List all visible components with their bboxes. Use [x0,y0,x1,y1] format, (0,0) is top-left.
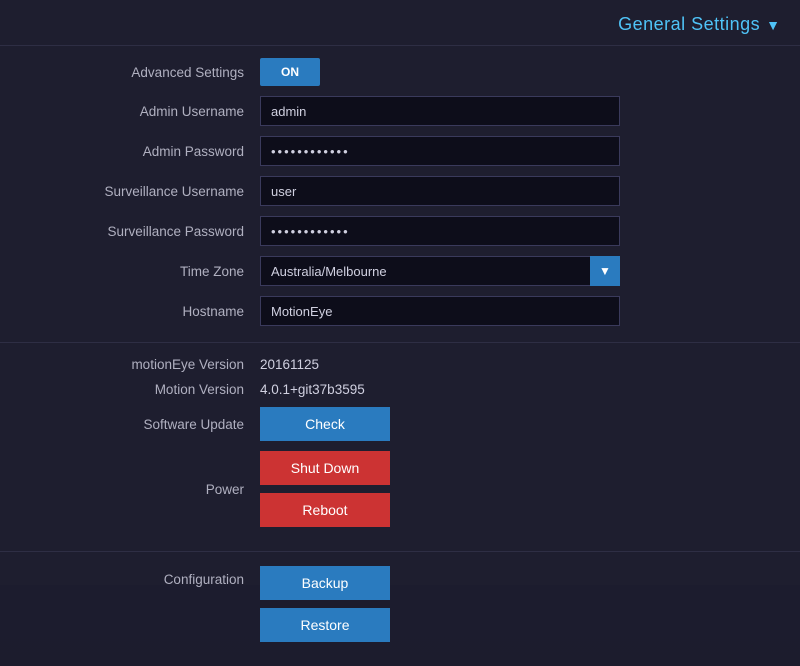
admin-username-input[interactable] [260,96,620,126]
admin-password-label: Admin Password [40,144,260,159]
software-update-row: Software Update Check [40,407,760,441]
hostname-row: Hostname [40,296,760,326]
shutdown-button[interactable]: Shut Down [260,451,390,485]
software-update-label: Software Update [40,417,260,432]
settings-form: Advanced Settings ON Admin Username Admi… [0,46,800,343]
advanced-settings-toggle[interactable]: ON [260,58,320,86]
configuration-row: Configuration Backup Restore [40,566,760,642]
surveillance-username-control [260,176,620,206]
chevron-down-icon: ▼ [766,17,780,33]
reboot-button[interactable]: Reboot [260,493,390,527]
motioneye-version-label: motionEye Version [40,357,260,372]
hostname-label: Hostname [40,304,260,319]
motion-version-row: Motion Version 4.0.1+git37b3595 [40,382,760,397]
configuration-buttons: Backup Restore [260,566,390,642]
surveillance-password-label: Surveillance Password [40,224,260,239]
advanced-settings-label: Advanced Settings [40,65,260,80]
motion-version-label: Motion Version [40,382,260,397]
motion-version-value: 4.0.1+git37b3595 [260,382,365,397]
hostname-control [260,296,620,326]
surveillance-username-row: Surveillance Username [40,176,760,206]
admin-username-label: Admin Username [40,104,260,119]
admin-username-control [260,96,620,126]
power-buttons: Shut Down Reboot [260,451,390,527]
page-container: General Settings ▼ Advanced Settings ON … [0,0,800,585]
info-section: motionEye Version 20161125 Motion Versio… [0,343,800,552]
surveillance-password-row: Surveillance Password [40,216,760,246]
surveillance-password-input[interactable] [260,216,620,246]
admin-password-control [260,136,620,166]
surveillance-username-label: Surveillance Username [40,184,260,199]
surveillance-username-input[interactable] [260,176,620,206]
timezone-row: Time Zone Australia/Melbourne ▼ [40,256,760,286]
check-button[interactable]: Check [260,407,390,441]
surveillance-password-control [260,216,620,246]
advanced-settings-control: ON [260,58,620,86]
timezone-select[interactable]: Australia/Melbourne [260,256,620,286]
timezone-control: Australia/Melbourne ▼ [260,256,620,286]
hostname-input[interactable] [260,296,620,326]
software-update-control: Check [260,407,390,441]
timezone-label: Time Zone [40,264,260,279]
motioneye-version-value: 20161125 [260,357,319,372]
power-label: Power [40,482,260,497]
configuration-label: Configuration [40,566,260,587]
configuration-section: Configuration Backup Restore [0,552,800,666]
timezone-select-wrapper: Australia/Melbourne ▼ [260,256,620,286]
header: General Settings ▼ [0,0,800,46]
advanced-settings-row: Advanced Settings ON [40,58,760,86]
power-row: Power Shut Down Reboot [40,451,760,527]
backup-button[interactable]: Backup [260,566,390,600]
restore-button[interactable]: Restore [260,608,390,642]
motioneye-version-row: motionEye Version 20161125 [40,357,760,372]
admin-password-input[interactable] [260,136,620,166]
page-title: General Settings [618,14,760,35]
admin-username-row: Admin Username [40,96,760,126]
admin-password-row: Admin Password [40,136,760,166]
